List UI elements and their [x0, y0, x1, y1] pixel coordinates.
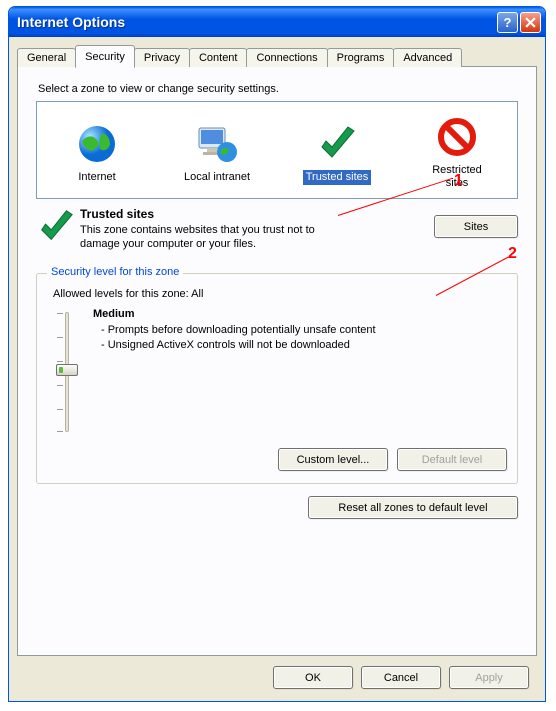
zone-list[interactable]: Internet Local intranet Trusted sites [36, 101, 518, 199]
slider-thumb[interactable] [56, 364, 78, 376]
tab-advanced[interactable]: Advanced [393, 48, 462, 67]
security-level-legend: Security level for this zone [47, 266, 183, 278]
tab-programs[interactable]: Programs [327, 48, 395, 67]
dialog-button-row: OK Cancel Apply [17, 656, 537, 693]
reset-all-zones-button[interactable]: Reset all zones to default level [308, 496, 518, 519]
client-area: General Security Privacy Content Connect… [9, 37, 545, 701]
tab-content[interactable]: Content [189, 48, 248, 67]
zone-prompt: Select a zone to view or change security… [38, 83, 524, 95]
zone-trusted-sites[interactable]: Trusted sites [287, 120, 387, 185]
level-bullet-1: - Prompts before downloading potentially… [93, 323, 507, 338]
zone-restricted-sites-label: Restricted sites [429, 163, 485, 191]
internet-options-dialog: Internet Options ? General Security Priv… [8, 6, 546, 702]
custom-level-button[interactable]: Custom level... [278, 448, 388, 471]
sites-button[interactable]: Sites [434, 215, 518, 238]
close-button[interactable] [520, 12, 541, 33]
zone-trusted-sites-label: Trusted sites [303, 170, 372, 185]
zone-internet[interactable]: Internet [47, 120, 147, 185]
zone-local-intranet[interactable]: Local intranet [167, 120, 267, 185]
no-entry-icon [433, 113, 481, 161]
security-level-group: Security level for this zone Allowed lev… [36, 273, 518, 484]
tab-connections[interactable]: Connections [246, 48, 327, 67]
allowed-levels-label: Allowed levels for this zone: All [53, 288, 507, 300]
zone-description-row: Trusted sites This zone contains website… [32, 207, 518, 251]
help-button[interactable]: ? [497, 12, 518, 33]
tab-security[interactable]: Security [75, 45, 135, 68]
default-level-button: Default level [397, 448, 507, 471]
apply-button: Apply [449, 666, 529, 689]
zone-large-icon [32, 207, 80, 251]
zone-restricted-sites[interactable]: Restricted sites [407, 113, 507, 191]
tab-strip: General Security Privacy Content Connect… [17, 45, 537, 67]
titlebar[interactable]: Internet Options ? [9, 7, 545, 37]
security-panel: Select a zone to view or change security… [17, 66, 537, 656]
tab-privacy[interactable]: Privacy [134, 48, 190, 67]
window-title: Internet Options [17, 14, 495, 30]
level-name: Medium [93, 308, 507, 320]
globe-icon [73, 120, 121, 168]
close-icon [525, 17, 536, 28]
tab-general[interactable]: General [17, 48, 76, 67]
level-bullet-2: - Unsigned ActiveX controls will not be … [93, 338, 507, 353]
zone-internet-label: Internet [75, 170, 118, 185]
ok-button[interactable]: OK [273, 666, 353, 689]
zone-local-intranet-label: Local intranet [181, 170, 253, 185]
checkmark-icon [313, 120, 361, 168]
selected-zone-description: This zone contains websites that you tru… [80, 223, 320, 251]
cancel-button[interactable]: Cancel [361, 666, 441, 689]
selected-zone-title: Trusted sites [80, 207, 402, 221]
monitor-globe-icon [193, 120, 241, 168]
security-level-slider[interactable] [49, 308, 85, 438]
